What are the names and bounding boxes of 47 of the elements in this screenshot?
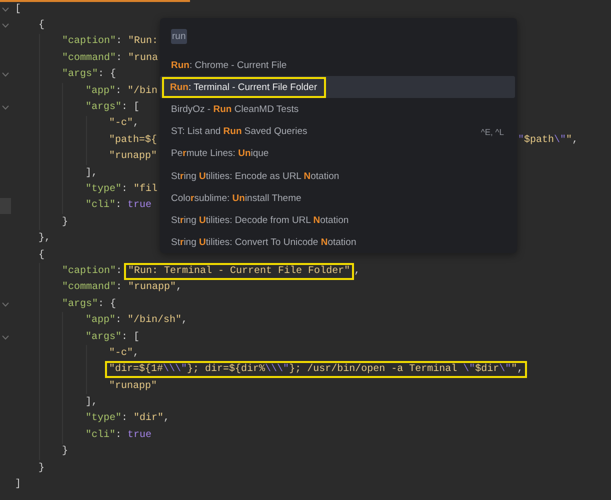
code-line: [: [15, 4, 22, 15]
code-line: ],: [86, 397, 98, 408]
palette-item[interactable]: ST: List and Run Saved Queries ^E, ^L: [160, 120, 515, 143]
code-line: "cli": true: [86, 430, 152, 441]
code-line: }: [38, 462, 45, 474]
code-line: "args": {: [62, 298, 116, 310]
palette-item[interactable]: Colorsublime: Uninstall Theme: [160, 187, 515, 210]
search-field[interactable]: run: [160, 18, 517, 54]
code-line: "runapp": [109, 380, 158, 392]
code-line: "type": "dir",: [86, 413, 170, 424]
code-line: }: [62, 446, 68, 458]
fold-chevron-icon[interactable]: [2, 23, 9, 28]
palette-item[interactable]: BirdyOz - Run CleanMD Tests: [160, 98, 515, 121]
code-line: "$path\"",: [518, 134, 578, 146]
code-line: "command": "runa: [62, 52, 158, 64]
code-line: "-c",: [109, 118, 140, 130]
fold-chevron-icon[interactable]: [2, 72, 9, 78]
code-line: ],: [86, 168, 98, 179]
palette-item[interactable]: Permute Lines: Unique: [160, 142, 515, 165]
palette-item[interactable]: String Utilities: Convert To Unicode Notation: [160, 232, 515, 254]
code-line: "args": [: [86, 102, 140, 114]
fold-chevron-icon[interactable]: [2, 334, 9, 340]
code-line: "path=${: [109, 134, 158, 146]
shortcut-label: ^E, ^L: [480, 126, 504, 137]
palette-item[interactable]: Run: Chrome - Current File: [160, 54, 515, 76]
fold-chevron-icon[interactable]: [2, 105, 9, 110]
code-line: "caption": "Run:: [62, 36, 158, 48]
code-line: {: [38, 250, 45, 261]
code-line: "command": "runapp",: [62, 282, 182, 294]
code-line: "runapp": [109, 151, 158, 162]
code-line: }: [62, 216, 68, 228]
fold-chevron-icon[interactable]: [2, 302, 9, 307]
fold-chevron-icon[interactable]: [2, 6, 9, 12]
code-line: "args": [: [86, 332, 140, 342]
palette-item[interactable]: Run: Terminal - Current File Folder: [160, 76, 515, 98]
code-line: "-c",: [109, 348, 140, 359]
code-line: },: [38, 233, 51, 244]
code-line: "cli": true: [86, 200, 152, 212]
code-line: {: [38, 20, 45, 32]
palette-item[interactable]: String Utilities: Decode from URL Notation: [160, 209, 515, 232]
palette-item[interactable]: String Utilities: Encode as URL Notation: [160, 164, 515, 188]
code-line: "app": "/bin: [86, 86, 158, 97]
code-line: "app": "/bin/sh",: [86, 315, 188, 326]
code-line: "args": {: [62, 69, 116, 80]
code-line: "type": "fil: [86, 184, 158, 195]
code-line: "caption": "Run: Terminal - Current File Folder" ,: [62, 266, 360, 277]
code-line: ]: [15, 479, 22, 490]
